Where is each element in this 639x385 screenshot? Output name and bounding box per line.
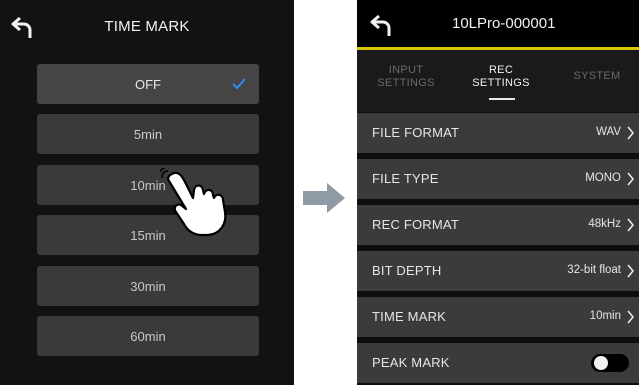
chevron-right-icon <box>627 310 635 324</box>
time-mark-header: TIME MARK <box>0 0 294 52</box>
chevron-right-icon <box>627 126 635 140</box>
toggle-knob <box>594 356 608 370</box>
setting-row-file-type[interactable]: FILE TYPE MONO <box>357 159 639 199</box>
tab-label: SYSTEM <box>573 70 621 82</box>
option-label: OFF <box>135 76 161 92</box>
time-mark-option-30min[interactable]: 30min <box>37 266 259 306</box>
back-arrow-icon[interactable] <box>10 14 36 40</box>
settings-tabs: INPUT SETTINGS REC SETTINGS SYSTEM <box>357 50 639 112</box>
device-name: 10LPro-000001 <box>452 15 556 32</box>
option-label: 5min <box>133 126 163 142</box>
tap-hand-icon <box>160 168 227 237</box>
tab-label-line1: REC <box>488 64 514 76</box>
setting-row-file-format[interactable]: FILE FORMAT WAV <box>357 113 639 153</box>
tab-label-line2: SETTINGS <box>472 77 530 89</box>
page-title: TIME MARK <box>104 17 190 35</box>
time-mark-option-off[interactable]: OFF <box>37 64 259 104</box>
setting-label: REC FORMAT <box>372 217 459 232</box>
setting-row-time-mark[interactable]: TIME MARK 10min <box>357 297 639 337</box>
checkmark-icon <box>232 78 246 90</box>
setting-label: FILE TYPE <box>372 171 439 186</box>
tab-label-line1: INPUT <box>388 64 424 76</box>
tab-system[interactable]: SYSTEM <box>557 70 637 83</box>
option-label: 30min <box>130 278 166 294</box>
option-label: 60min <box>130 328 166 344</box>
setting-value: 32-bit float <box>567 264 621 276</box>
right-header: 10LPro-000001 <box>357 0 639 50</box>
setting-value: WAV <box>596 126 621 138</box>
setting-value: 48kHz <box>588 218 621 230</box>
chevron-right-icon <box>627 218 635 232</box>
setting-row-bit-depth[interactable]: BIT DEPTH 32-bit float <box>357 251 639 291</box>
tab-rec-settings[interactable]: REC SETTINGS <box>458 64 544 90</box>
setting-label: PEAK MARK <box>372 355 450 370</box>
peak-mark-toggle[interactable] <box>591 354 629 372</box>
setting-row-peak-mark[interactable]: PEAK MARK <box>357 343 639 383</box>
setting-row-rec-format[interactable]: REC FORMAT 48kHz <box>357 205 639 245</box>
chevron-right-icon <box>627 264 635 278</box>
active-tab-indicator <box>489 98 515 100</box>
back-arrow-icon[interactable] <box>369 12 395 38</box>
setting-value: MONO <box>585 172 621 184</box>
setting-label: BIT DEPTH <box>372 263 442 278</box>
right-arrow-icon <box>303 183 345 213</box>
tab-input-settings[interactable]: INPUT SETTINGS <box>363 64 449 90</box>
tab-label-line2: SETTINGS <box>377 77 435 89</box>
time-mark-option-5min[interactable]: 5min <box>37 114 259 154</box>
setting-value: 10min <box>589 310 621 322</box>
time-mark-screen: TIME MARK OFF 5min 10min 15min 30min 60m… <box>0 0 294 385</box>
time-mark-option-60min[interactable]: 60min <box>37 316 259 356</box>
chevron-right-icon <box>627 172 635 186</box>
rec-settings-screen: 10LPro-000001 INPUT SETTINGS REC SETTING… <box>357 0 639 385</box>
setting-label: TIME MARK <box>372 309 447 324</box>
setting-label: FILE FORMAT <box>372 125 460 140</box>
